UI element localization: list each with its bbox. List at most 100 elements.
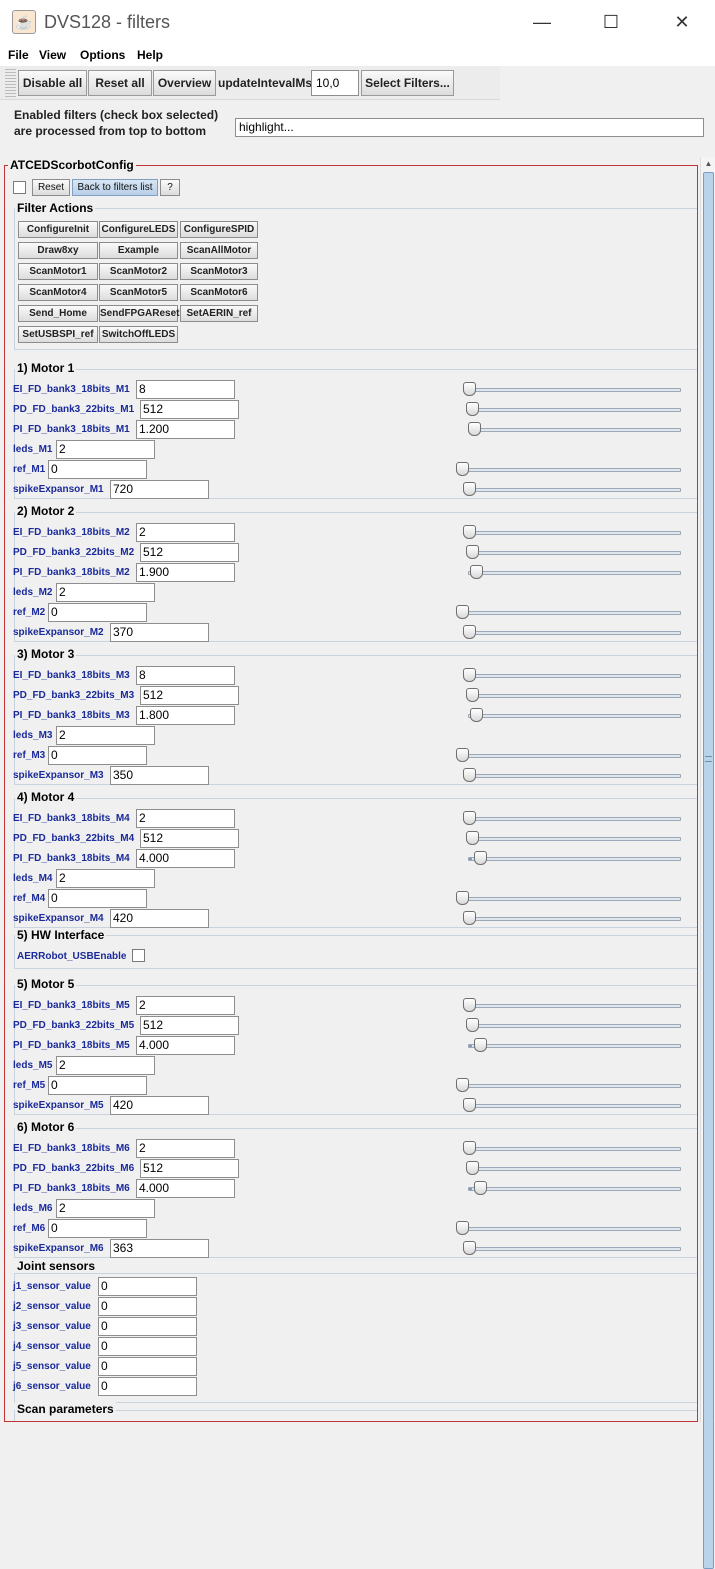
reset-all-button[interactable]: Reset all [88,70,152,96]
param-input[interactable]: 2 [56,1056,155,1075]
action-button-configureleds[interactable]: ConfigureLEDS [99,221,178,238]
slider-thumb[interactable] [456,748,469,762]
param-input[interactable]: 512 [140,829,239,848]
param-input[interactable]: 0 [48,889,147,908]
action-button-scanmotor6[interactable]: ScanMotor6 [180,284,258,301]
disable-all-button[interactable]: Disable all [18,70,87,96]
joint-input[interactable]: 0 [98,1277,197,1296]
param-slider[interactable] [463,917,681,921]
action-button-scanallmotor[interactable]: ScanAllMotor [180,242,258,259]
overview-button[interactable]: Overview [153,70,216,96]
slider-thumb[interactable] [463,482,476,496]
param-input[interactable]: 1.200 [136,420,235,439]
menu-view[interactable]: View [39,48,66,62]
minimize-button[interactable]: — [519,6,565,38]
toolbar-grip[interactable] [5,69,16,97]
action-button-scanmotor3[interactable]: ScanMotor3 [180,263,258,280]
param-slider[interactable] [456,468,681,472]
slider-thumb[interactable] [463,1141,476,1155]
param-slider[interactable] [463,488,681,492]
joint-input[interactable]: 0 [98,1297,197,1316]
param-input[interactable]: 0 [48,460,147,479]
slider-thumb[interactable] [474,851,487,865]
highlight-input[interactable]: highlight... [235,118,704,137]
param-slider[interactable] [463,1104,681,1108]
param-slider[interactable] [456,611,681,615]
action-button-configureinit[interactable]: ConfigureInit [18,221,98,238]
action-button-scanmotor2[interactable]: ScanMotor2 [99,263,178,280]
param-input[interactable]: 2 [56,1199,155,1218]
param-slider[interactable] [468,857,681,861]
joint-input[interactable]: 0 [98,1337,197,1356]
slider-thumb[interactable] [463,625,476,639]
filter-reset-button[interactable]: Reset [32,179,70,196]
param-input[interactable]: 2 [56,869,155,888]
param-input[interactable]: 4.000 [136,1179,235,1198]
action-button-setusbspi-ref[interactable]: SetUSBSPI_ref [18,326,98,343]
param-slider[interactable] [463,817,681,821]
slider-thumb[interactable] [463,1241,476,1255]
action-button-send-home[interactable]: Send_Home [18,305,98,322]
slider-thumb[interactable] [456,605,469,619]
slider-thumb[interactable] [466,831,479,845]
slider-thumb[interactable] [456,1078,469,1092]
param-slider[interactable] [463,531,681,535]
param-slider[interactable] [463,774,681,778]
param-input[interactable]: 512 [140,1016,239,1035]
param-input[interactable]: 1.800 [136,706,235,725]
param-slider[interactable] [466,408,681,412]
action-button-scanmotor4[interactable]: ScanMotor4 [18,284,98,301]
param-input[interactable]: 720 [110,480,209,499]
slider-thumb[interactable] [474,1038,487,1052]
param-slider[interactable] [466,1024,681,1028]
slider-thumb[interactable] [463,911,476,925]
param-input[interactable]: 4.000 [136,1036,235,1055]
param-slider[interactable] [466,837,681,841]
param-slider[interactable] [463,1004,681,1008]
param-input[interactable]: 350 [110,766,209,785]
param-slider[interactable] [463,1247,681,1251]
param-input[interactable]: 2 [136,1139,235,1158]
param-input[interactable]: 2 [136,809,235,828]
slider-thumb[interactable] [474,1181,487,1195]
slider-thumb[interactable] [463,1098,476,1112]
param-input[interactable]: 4.000 [136,849,235,868]
param-input[interactable]: 420 [110,1096,209,1115]
param-input[interactable]: 1.900 [136,563,235,582]
param-slider[interactable] [456,897,681,901]
param-input[interactable]: 2 [56,440,155,459]
maximize-button[interactable]: ☐ [588,6,634,38]
param-input[interactable]: 0 [48,1076,147,1095]
action-button-scanmotor5[interactable]: ScanMotor5 [99,284,178,301]
slider-thumb[interactable] [463,811,476,825]
param-slider[interactable] [466,551,681,555]
menu-options[interactable]: Options [80,48,125,62]
action-button-sendfpgareset[interactable]: SendFPGAReset [99,305,179,322]
param-input[interactable]: 0 [48,603,147,622]
param-input[interactable]: 2 [136,523,235,542]
update-interval-input[interactable]: 10,0 [311,70,359,96]
param-input[interactable]: 8 [136,380,235,399]
back-to-filters-button[interactable]: Back to filters list [72,179,158,196]
slider-thumb[interactable] [463,382,476,396]
param-input[interactable]: 2 [56,726,155,745]
param-input[interactable]: 512 [140,400,239,419]
param-slider[interactable] [466,1167,681,1171]
slider-thumb[interactable] [463,768,476,782]
menu-file[interactable]: File [8,48,29,62]
action-button-switchoffleds[interactable]: SwitchOffLEDS [99,326,178,343]
param-slider[interactable] [456,1084,681,1088]
joint-input[interactable]: 0 [98,1377,197,1396]
param-slider[interactable] [463,388,681,392]
param-input[interactable]: 512 [140,686,239,705]
slider-thumb[interactable] [456,891,469,905]
param-slider[interactable] [468,1044,681,1048]
slider-thumb[interactable] [463,668,476,682]
slider-thumb[interactable] [466,688,479,702]
vertical-scrollbar[interactable]: ▲ [700,157,715,1569]
param-slider[interactable] [456,754,681,758]
param-slider[interactable] [463,674,681,678]
select-filters-button[interactable]: Select Filters... [361,70,454,96]
slider-thumb[interactable] [470,708,483,722]
scroll-thumb[interactable] [703,172,714,1569]
